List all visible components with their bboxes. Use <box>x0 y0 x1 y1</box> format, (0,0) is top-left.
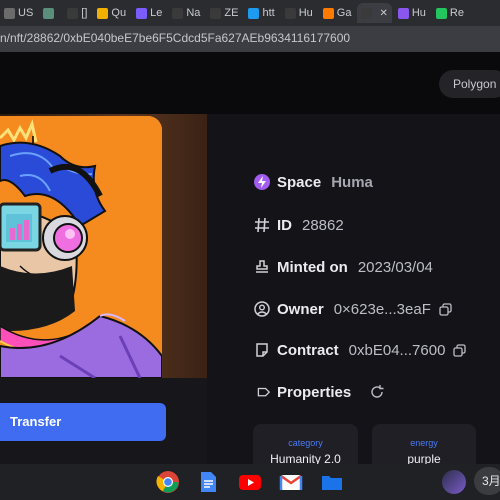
minted-row: Minted on 2023/03/04 <box>253 255 433 279</box>
owner-address[interactable]: 0×623e...3eaF <box>334 301 431 318</box>
tab-favicon-icon <box>4 7 15 19</box>
nft-info-panel <box>207 114 500 464</box>
contract-label: Contract <box>277 341 339 359</box>
browser-tab[interactable]: Qu <box>93 3 130 23</box>
tag-icon <box>253 383 271 401</box>
transfer-button[interactable]: Transfer <box>0 403 166 441</box>
user-avatar[interactable] <box>442 470 466 494</box>
refresh-icon[interactable] <box>369 384 385 400</box>
owner-label: Owner <box>277 300 324 318</box>
properties-row: Properties <box>253 380 385 404</box>
tab-title: htt <box>262 7 275 19</box>
document-icon <box>253 341 271 359</box>
docs-icon[interactable] <box>196 470 220 494</box>
tab-favicon-icon <box>435 7 447 19</box>
youtube-icon[interactable] <box>238 470 262 494</box>
tab-close-icon[interactable]: ✕ <box>379 8 387 19</box>
browser-tab[interactable]: ZE <box>206 3 242 23</box>
tab-favicon-icon <box>43 7 55 19</box>
id-label: ID <box>277 216 292 234</box>
browser-tab[interactable]: Le <box>132 3 166 23</box>
tab-title: Re <box>449 7 464 19</box>
tab-title: Hu <box>298 7 313 19</box>
browser-tab[interactable] <box>39 3 61 23</box>
property-type: energy <box>410 438 438 448</box>
minted-label: Minted on <box>277 258 348 276</box>
browser-tab[interactable]: ✕ <box>357 3 392 23</box>
chrome-icon[interactable] <box>156 470 180 494</box>
tab-title: Na <box>186 7 201 19</box>
tab-favicon-icon <box>210 7 222 19</box>
tab-title: US <box>18 7 34 19</box>
stamp-icon <box>253 258 271 276</box>
space-value[interactable]: Huma <box>331 174 373 191</box>
tab-title: Le <box>150 7 163 19</box>
nft-artwork-image <box>0 116 162 378</box>
chain-selector-button[interactable]: Polygon <box>439 70 500 98</box>
copy-owner-icon[interactable] <box>439 302 452 316</box>
lightning-icon <box>253 173 271 191</box>
browser-tab[interactable]: htt <box>244 3 278 23</box>
browser-tab[interactable]: Ga <box>319 3 356 23</box>
tab-title: Ga <box>336 7 352 19</box>
transfer-button-label: Transfer <box>10 414 62 429</box>
browser-tab-bar: US [] Qu Le Na ZE htt Hu Ga ✕ Hu Re <box>0 0 500 26</box>
files-icon[interactable] <box>320 470 344 494</box>
tab-favicon-icon <box>284 7 296 19</box>
browser-tab[interactable]: Na <box>168 3 204 23</box>
tab-title: Qu <box>111 7 127 19</box>
tab-title: [] <box>81 7 88 19</box>
tab-favicon-icon <box>397 7 409 19</box>
browser-tab[interactable]: Re <box>432 3 468 23</box>
minted-value: 2023/03/04 <box>357 258 433 276</box>
tab-favicon-icon <box>97 7 109 19</box>
tab-title: Hu <box>411 7 426 19</box>
user-circle-icon <box>253 300 271 318</box>
browser-tab[interactable]: Hu <box>281 3 317 23</box>
tab-favicon-icon <box>248 7 260 19</box>
space-label: Space <box>277 173 322 191</box>
page-header <box>0 52 500 114</box>
tab-favicon-icon <box>361 7 373 19</box>
properties-label: Properties <box>277 383 352 401</box>
gmail-icon[interactable] <box>279 470 303 494</box>
contract-row: Contract 0xbE04...7600 <box>253 338 467 362</box>
tab-favicon-icon <box>136 7 148 19</box>
owner-row: Owner 0×623e...3eaF <box>253 297 452 321</box>
tab-title: ZE <box>224 7 239 19</box>
address-url[interactable]: n/nft/28862/0xbE040beE7be6F5Cdcd5Fa627AE… <box>0 31 350 45</box>
browser-tab[interactable]: [] <box>63 3 91 23</box>
copy-contract-icon[interactable] <box>453 343 467 357</box>
id-row: ID 28862 <box>253 213 344 237</box>
id-value: 28862 <box>302 216 344 234</box>
space-row: Space Huma <box>253 170 373 194</box>
browser-tab[interactable]: Hu <box>394 3 430 23</box>
property-type: category <box>288 438 323 448</box>
hash-icon <box>253 216 271 234</box>
system-clock[interactable]: 3月 <box>474 467 500 495</box>
tab-favicon-icon <box>172 7 184 19</box>
tab-favicon-icon <box>322 7 334 19</box>
browser-tab[interactable]: US <box>0 3 37 23</box>
address-bar[interactable]: n/nft/28862/0xbE040beE7be6F5Cdcd5Fa627AE… <box>0 26 500 52</box>
contract-address[interactable]: 0xbE04...7600 <box>349 342 446 359</box>
tab-favicon-icon <box>67 7 79 19</box>
